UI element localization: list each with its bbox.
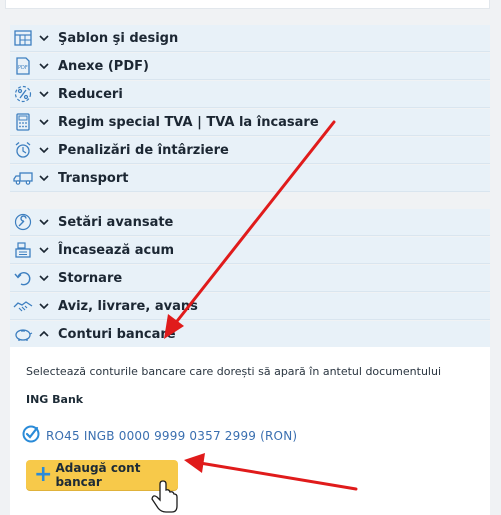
chevron-up-icon bbox=[36, 331, 52, 337]
check-circle-icon[interactable] bbox=[22, 425, 40, 447]
chevron-down-icon bbox=[36, 247, 52, 253]
section-anexe-pdf[interactable]: PDF Anexe (PDF) bbox=[10, 53, 490, 80]
section-label: Conturi bancare bbox=[58, 326, 176, 342]
wrench-icon bbox=[12, 212, 34, 232]
section-label: Încasează acum bbox=[58, 242, 175, 258]
calculator-icon bbox=[12, 112, 34, 132]
undo-arrow-icon bbox=[12, 268, 34, 288]
section-stornare[interactable]: Stornare bbox=[10, 265, 490, 292]
svg-text:PDF: PDF bbox=[18, 65, 28, 71]
section-label: Stornare bbox=[58, 270, 123, 286]
section-regim-tva[interactable]: Regim special TVA | TVA la încasare bbox=[10, 109, 490, 136]
section-label: Şablon şi design bbox=[58, 30, 179, 46]
chevron-down-icon bbox=[36, 119, 52, 125]
bank-account-option[interactable]: RO45 INGB 0000 9999 0357 2999 (RON) bbox=[22, 425, 297, 447]
section-incaseaza-acum[interactable]: Încasează acum bbox=[10, 237, 490, 264]
top-panel-edge bbox=[5, 0, 490, 9]
section-setari-avansate[interactable]: Setări avansate bbox=[10, 209, 490, 236]
pdf-file-icon: PDF bbox=[12, 56, 34, 76]
chevron-down-icon bbox=[36, 219, 52, 225]
chevron-down-icon bbox=[36, 35, 52, 41]
options-group-2: Setări avansate Încasează acum Stornare … bbox=[10, 209, 490, 349]
options-group-1: Şablon şi design PDF Anexe (PDF) Reducer… bbox=[10, 25, 490, 193]
handshake-icon bbox=[12, 296, 34, 316]
section-aviz-livrare-avans[interactable]: Aviz, livrare, avans bbox=[10, 293, 490, 320]
add-bank-account-label: Adaugă cont bancar bbox=[55, 461, 141, 489]
bank-accounts-panel: Selectează conturile bancare care doreșt… bbox=[10, 347, 490, 515]
section-reduceri[interactable]: Reduceri bbox=[10, 81, 490, 108]
bank-account-text: RO45 INGB 0000 9999 0357 2999 (RON) bbox=[46, 429, 298, 443]
add-bank-account-button[interactable]: + Adaugă cont bancar bbox=[26, 460, 178, 490]
section-label: Aviz, livrare, avans bbox=[58, 298, 198, 314]
discount-percent-icon bbox=[12, 84, 34, 104]
template-grid-icon bbox=[12, 28, 34, 48]
piggy-bank-icon bbox=[12, 324, 34, 344]
section-label: Setări avansate bbox=[58, 214, 174, 230]
section-label: Anexe (PDF) bbox=[58, 58, 149, 74]
section-label: Transport bbox=[58, 170, 129, 186]
bank-accounts-description: Selectează conturile bancare care doreșt… bbox=[26, 365, 442, 378]
section-label: Regim special TVA | TVA la încasare bbox=[58, 114, 319, 130]
section-label: Reduceri bbox=[58, 86, 123, 102]
section-sablon-design[interactable]: Şablon şi design bbox=[10, 25, 490, 52]
chevron-down-icon bbox=[36, 275, 52, 281]
section-conturi-bancare[interactable]: Conturi bancare bbox=[10, 321, 490, 348]
chevron-down-icon bbox=[36, 303, 52, 309]
cash-register-icon bbox=[12, 240, 34, 260]
alarm-clock-icon bbox=[12, 140, 34, 160]
chevron-down-icon bbox=[36, 175, 52, 181]
section-transport[interactable]: Transport bbox=[10, 165, 490, 192]
section-penalizari[interactable]: Penalizări de întârziere bbox=[10, 137, 490, 164]
chevron-down-icon bbox=[36, 91, 52, 97]
chevron-down-icon bbox=[36, 63, 52, 69]
chevron-down-icon bbox=[36, 147, 52, 153]
plus-icon: + bbox=[34, 462, 53, 487]
truck-icon bbox=[12, 168, 34, 188]
section-label: Penalizări de întârziere bbox=[58, 142, 229, 158]
bank-name: ING Bank bbox=[26, 393, 84, 406]
